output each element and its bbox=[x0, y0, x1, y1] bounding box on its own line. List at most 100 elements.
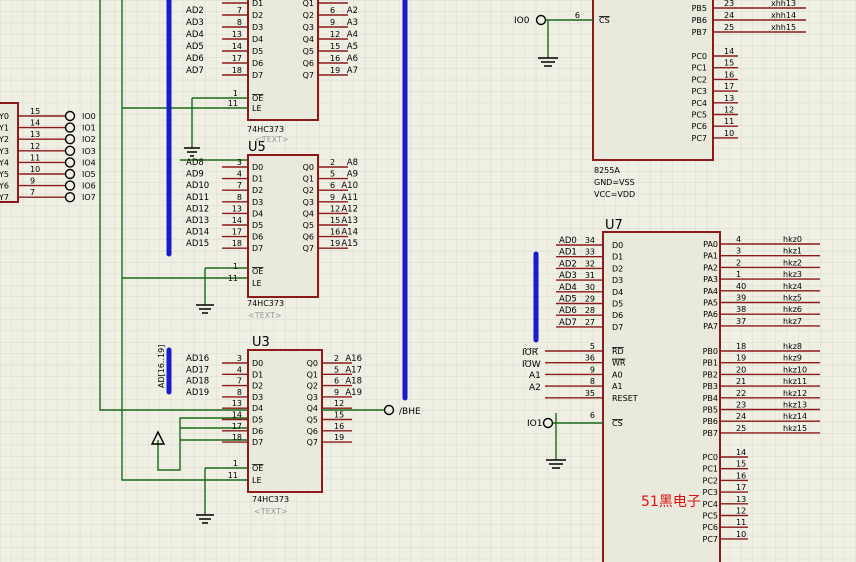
io0-label: IO0 bbox=[514, 16, 530, 26]
io1-terminal[interactable] bbox=[542, 417, 554, 429]
decoder-net-3: IO3 bbox=[82, 147, 96, 156]
u5-in-net-7: AD15 bbox=[186, 239, 209, 249]
u7-pb-num-2: 20 bbox=[736, 365, 746, 374]
schematic-canvas[interactable]: D1D2D3D4D5D6D7Q1Q2Q3Q4Q5Q6Q7781314171869… bbox=[0, 0, 856, 562]
u7-pc-num-1: 15 bbox=[736, 460, 746, 469]
decoder-net-6: IO6 bbox=[82, 182, 96, 191]
u7-d-num-1: 33 bbox=[585, 248, 595, 257]
io0-terminal[interactable] bbox=[535, 14, 547, 26]
u5-in-num-7: 18 bbox=[232, 239, 242, 248]
top8255-pb-num-1: 24 bbox=[724, 11, 734, 20]
u7-PA6: PA6 bbox=[703, 310, 718, 319]
top373-out-num-0: 6 bbox=[330, 6, 335, 15]
top8255-pb-num-2: 25 bbox=[724, 23, 734, 32]
u7-PC6: PC6 bbox=[703, 523, 719, 532]
u3-pin-Q4: Q4 bbox=[307, 404, 318, 413]
top373-pin-Q3: Q3 bbox=[303, 23, 314, 32]
u3-pin-D4: D4 bbox=[252, 404, 263, 413]
u3-in-net-0: AD16 bbox=[186, 354, 209, 364]
u5-pin-Q3: Q3 bbox=[303, 198, 314, 207]
u3-in-net-3: AD19 bbox=[186, 388, 209, 398]
decoder-out-Y4: Y4 bbox=[0, 158, 9, 167]
top8255-PC7: PC7 bbox=[692, 134, 708, 143]
decoder-terminal-IO2[interactable] bbox=[64, 133, 76, 145]
decoder-pin-7: 7 bbox=[30, 188, 35, 197]
u5-pin-D3: D3 bbox=[252, 198, 263, 207]
u5-pin-D7: D7 bbox=[252, 244, 263, 253]
decoder-terminal-IO5[interactable] bbox=[64, 168, 76, 180]
decoder-terminal-IO4[interactable] bbox=[64, 157, 76, 168]
top373-pin-Q1: Q1 bbox=[303, 0, 314, 8]
u7-pb-num-4: 22 bbox=[736, 389, 746, 398]
decoder-terminal-IO6[interactable] bbox=[64, 180, 76, 191]
u5-out-num-4: 12 bbox=[330, 204, 340, 213]
u7-PC5: PC5 bbox=[703, 512, 719, 521]
u5-text: <TEXT> bbox=[248, 311, 282, 320]
u5-le: LE bbox=[252, 279, 262, 288]
u5-pin-Q0: Q0 bbox=[303, 163, 314, 172]
top373-pin-D5: D5 bbox=[252, 47, 263, 56]
u7-cs-num: 6 bbox=[590, 411, 595, 420]
top8255-PC5: PC5 bbox=[692, 111, 708, 120]
u5-out-net-4: A12 bbox=[341, 204, 358, 214]
top8255-PB5: PB5 bbox=[692, 4, 707, 13]
top373-out-num-1: 9 bbox=[330, 18, 335, 27]
u7-d-net-7: AD7 bbox=[559, 318, 577, 328]
u7-A1: A1 bbox=[612, 382, 623, 391]
top8255-PC6: PC6 bbox=[692, 122, 708, 131]
u7-PB2: PB2 bbox=[703, 370, 718, 379]
u7-pb-net-7: hkz15 bbox=[783, 424, 807, 433]
u3-title: U3 bbox=[252, 335, 270, 350]
u7-pb-net-3: hkz11 bbox=[783, 377, 807, 386]
top373-pin-Q6: Q6 bbox=[303, 59, 314, 68]
decoder-terminal-IO1[interactable] bbox=[64, 122, 76, 133]
top373-in-net-4: AD6 bbox=[186, 54, 204, 64]
u7-PC1: PC1 bbox=[703, 465, 719, 474]
u5-out-num-3: 9 bbox=[330, 193, 335, 202]
decoder-terminal-IO7[interactable] bbox=[64, 191, 76, 203]
u5-in-net-3: AD11 bbox=[186, 193, 209, 203]
u7-PB6: PB6 bbox=[703, 417, 718, 426]
u7-d-net-0: AD0 bbox=[559, 236, 577, 246]
u7-WR: WR bbox=[612, 359, 626, 368]
u7-d-num-5: 29 bbox=[585, 295, 595, 304]
u3-pin-Q5: Q5 bbox=[307, 416, 318, 425]
u3-pin-D5: D5 bbox=[252, 416, 263, 425]
u7-PC3: PC3 bbox=[703, 488, 719, 497]
u7-cs: CS bbox=[612, 419, 623, 428]
u5-out-num-6: 16 bbox=[330, 228, 340, 237]
u3-in-num-7: 18 bbox=[232, 433, 242, 442]
u7-PC7: PC7 bbox=[703, 535, 719, 544]
u3-out-net-2: A18 bbox=[345, 377, 362, 387]
u3-pin-D6: D6 bbox=[252, 427, 263, 436]
u3-pin-Q3: Q3 bbox=[307, 393, 318, 402]
u3-pin-Q6: Q6 bbox=[307, 427, 318, 436]
u3-out-num-0: 2 bbox=[334, 354, 339, 363]
top8255-PB6: PB6 bbox=[692, 16, 707, 25]
top8255-pb-net-0: xhh13 bbox=[771, 0, 796, 8]
u7-d-num-7: 27 bbox=[585, 318, 595, 327]
u3-in-num-3: 8 bbox=[237, 388, 242, 397]
u7-pa-num-1: 3 bbox=[736, 247, 741, 256]
u7-pc-num-7: 10 bbox=[736, 530, 746, 539]
top8255-vcc: VCC=VDD bbox=[594, 190, 635, 199]
top373-pin-D1: D1 bbox=[252, 0, 263, 8]
u7-D5: D5 bbox=[612, 300, 623, 309]
top8255-PC0: PC0 bbox=[692, 52, 708, 61]
u7-d-net-5: AD5 bbox=[559, 295, 577, 305]
u7-ctrl-num-0: 5 bbox=[590, 342, 595, 351]
u3-in-num-6: 17 bbox=[232, 422, 242, 431]
u5-pin-D6: D6 bbox=[252, 233, 263, 242]
top8255-pc-num-6: 11 bbox=[724, 117, 734, 126]
u7-D4: D4 bbox=[612, 288, 623, 297]
top373-pin-Q5: Q5 bbox=[303, 47, 314, 56]
u5-out-net-6: A14 bbox=[341, 228, 358, 238]
decoder-net-0: IO0 bbox=[82, 112, 96, 121]
top8255-gnd: GND=VSS bbox=[594, 178, 635, 187]
decoder-terminal-IO0[interactable] bbox=[64, 110, 76, 122]
decoder-terminal-IO3[interactable] bbox=[64, 145, 76, 157]
u7-D3: D3 bbox=[612, 276, 623, 285]
bhe-terminal[interactable] bbox=[383, 404, 395, 416]
u3-out-net-1: A17 bbox=[345, 365, 362, 375]
u5-in-net-1: AD9 bbox=[186, 170, 204, 180]
